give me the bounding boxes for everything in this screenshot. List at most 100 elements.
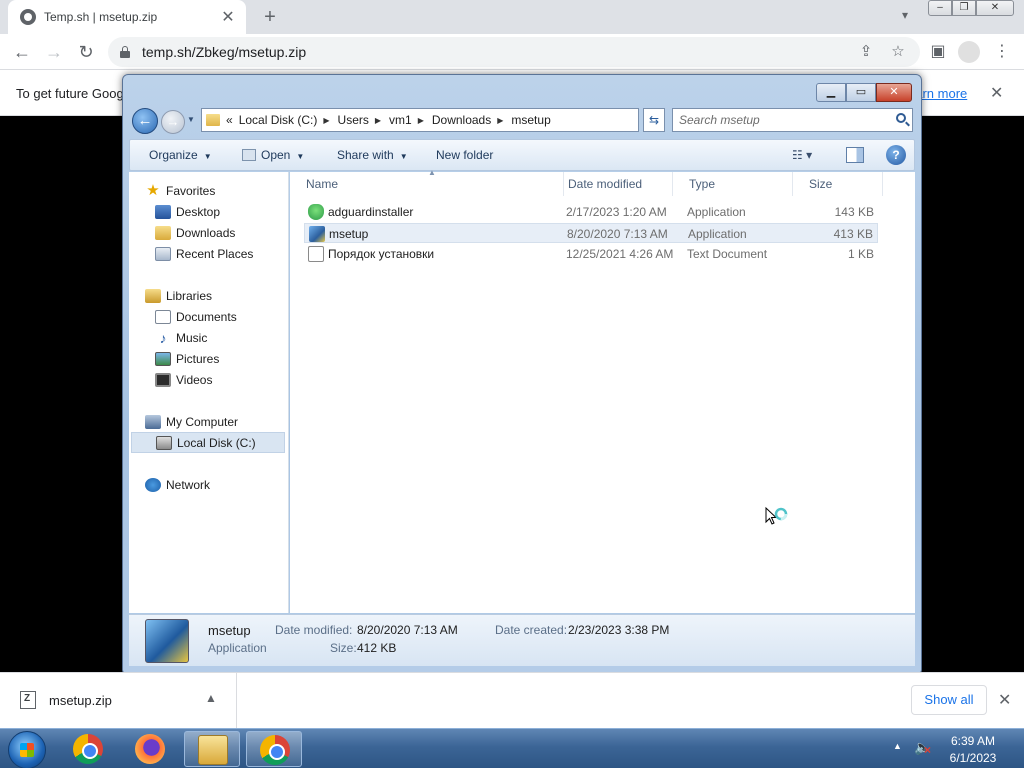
profile-icon[interactable]	[958, 41, 980, 63]
speaker-muted-icon[interactable]: 🔈	[914, 739, 932, 757]
details-date-modified-label: Date modified:	[275, 623, 353, 637]
breadcrumb-vm1[interactable]: vm1	[389, 113, 412, 127]
tab-search-chevron-icon[interactable]: ▾	[896, 8, 914, 26]
nav-libraries[interactable]: Libraries	[145, 285, 212, 306]
download-shelf: msetup.zip ▲ Show all ✕	[0, 672, 1024, 729]
file-row-adguardinstaller[interactable]: adguardinstaller 2/17/2023 1:20 AM Appli…	[304, 202, 878, 222]
chrome-icon	[260, 735, 290, 765]
lock-icon[interactable]	[120, 46, 130, 58]
url-text: temp.sh/Zbkeg/msetup.zip	[142, 44, 307, 60]
share-icon[interactable]: ⇪	[854, 37, 878, 67]
breadcrumb-downloads[interactable]: Downloads	[432, 113, 491, 127]
explorer-search-input[interactable]	[679, 112, 879, 128]
column-header-name[interactable]: Name	[290, 172, 564, 196]
explorer-forward-button[interactable]: →	[161, 110, 185, 134]
taskbar-chrome[interactable]	[60, 731, 116, 767]
nav-documents[interactable]: Documents	[155, 306, 237, 327]
taskbar-explorer[interactable]	[184, 731, 240, 767]
change-view-icon[interactable]: ☷ ▾	[792, 148, 828, 164]
chevron-up-icon[interactable]: ▲	[205, 691, 217, 705]
breadcrumb-overflow[interactable]: «	[226, 113, 233, 127]
reload-icon[interactable]: ↻	[74, 40, 98, 64]
forward-icon[interactable]: →	[42, 40, 66, 64]
taskbar-firefox[interactable]	[122, 731, 178, 767]
info-bar-close-button[interactable]: ✕	[990, 83, 1003, 103]
text-document-icon	[308, 246, 324, 262]
command-bar: Organize ▼ Open ▼ Share with ▼ New folder ☷…	[129, 139, 915, 171]
breadcrumb-separator-icon[interactable]: ▶	[418, 116, 424, 125]
details-date-created-label: Date created:	[495, 623, 568, 637]
nav-my-computer[interactable]: My Computer	[145, 411, 238, 432]
chevron-down-icon: ▼	[399, 152, 408, 161]
clock-time[interactable]: 6:39 AM	[940, 734, 1006, 748]
explorer-back-button[interactable]: ←	[132, 108, 158, 134]
show-hidden-icons-icon[interactable]: ▲	[893, 741, 902, 751]
search-icon[interactable]	[896, 113, 906, 123]
explorer-close-button[interactable]: ✕	[876, 83, 912, 102]
start-button[interactable]	[8, 731, 46, 768]
browser-close-button[interactable]: ✕	[976, 0, 1014, 16]
menu-icon[interactable]: ⋮	[990, 40, 1014, 64]
downloads-folder-icon	[155, 225, 171, 240]
nav-label: Pictures	[176, 351, 220, 366]
refresh-icon[interactable]: ⇆	[643, 108, 665, 132]
explorer-maximize-button[interactable]: ▭	[846, 83, 876, 102]
back-icon[interactable]: ←	[10, 40, 34, 64]
file-type: Text Document	[687, 247, 768, 261]
nav-music[interactable]: ♪ Music	[155, 327, 208, 348]
nav-favorites[interactable]: ★ Favorites	[145, 180, 215, 201]
nav-network[interactable]: Network	[145, 474, 210, 495]
taskbar-chrome-active[interactable]	[246, 731, 302, 767]
show-all-button[interactable]: Show all	[911, 685, 987, 715]
file-row-msetup[interactable]: msetup 8/20/2020 7:13 AM Application 413…	[304, 223, 878, 243]
nav-pictures[interactable]: Pictures	[155, 348, 219, 369]
preview-pane-icon[interactable]	[846, 147, 864, 163]
file-list: Name ▲ Date modified Type Size adguardin…	[290, 168, 915, 613]
new-tab-button[interactable]: +	[260, 5, 280, 29]
star-icon[interactable]: ☆	[886, 37, 910, 67]
side-panel-icon[interactable]: ▣	[926, 40, 950, 64]
nav-videos[interactable]: Videos	[155, 369, 212, 390]
browser-tab[interactable]: Temp.sh | msetup.zip ✕	[8, 0, 246, 34]
download-item[interactable]: msetup.zip ▲	[0, 673, 237, 729]
explorer-minimize-button[interactable]: ▁	[816, 83, 846, 102]
column-header-size[interactable]: Size	[793, 172, 883, 196]
explorer-search-box[interactable]	[672, 108, 913, 132]
new-folder-button[interactable]: New folder	[436, 148, 493, 162]
clock-date[interactable]: 6/1/2023	[940, 751, 1006, 765]
breadcrumb-local-disk[interactable]: Local Disk (C:)	[239, 113, 318, 127]
browser-restore-button[interactable]: ❐	[952, 0, 976, 16]
details-date-modified: 8/20/2020 7:13 AM	[357, 623, 458, 637]
file-row-poryadok-ustanovki[interactable]: Порядок установки 12/25/2021 4:26 AM Tex…	[304, 244, 878, 264]
column-header-type[interactable]: Type	[673, 172, 793, 196]
breadcrumb-users[interactable]: Users	[338, 113, 369, 127]
nav-desktop[interactable]: Desktop	[155, 201, 220, 222]
breadcrumb-separator-icon[interactable]: ▶	[497, 116, 503, 125]
breadcrumb-msetup[interactable]: msetup	[511, 113, 550, 127]
explorer-window: ▁ ▭ ✕ ← → ▼ « Local Disk (C:) ▶ Users ▶ …	[122, 74, 922, 674]
breadcrumb-separator-icon[interactable]: ▶	[375, 116, 381, 125]
sort-ascending-icon: ▲	[428, 168, 436, 177]
share-with-button[interactable]: Share with ▼	[337, 148, 408, 162]
download-file-name: msetup.zip	[49, 693, 112, 708]
open-app-icon	[242, 149, 256, 161]
file-type: Application	[687, 205, 746, 219]
file-size: 1 KB	[847, 247, 874, 261]
column-header-date-modified[interactable]: Date modified	[552, 172, 673, 196]
tab-title: Temp.sh | msetup.zip	[44, 10, 158, 24]
breadcrumb-separator-icon[interactable]: ▶	[323, 116, 329, 125]
open-button[interactable]: Open ▼	[242, 148, 304, 162]
organize-button[interactable]: Organize ▼	[149, 148, 212, 162]
nav-downloads[interactable]: Downloads	[155, 222, 235, 243]
help-icon[interactable]: ?	[886, 145, 906, 165]
browser-minimize-button[interactable]: –	[928, 0, 952, 16]
nav-local-disk[interactable]: Local Disk (C:)	[131, 432, 285, 453]
address-bar[interactable]: temp.sh/Zbkeg/msetup.zip ⇪ ☆	[108, 37, 920, 67]
explorer-address-bar[interactable]: « Local Disk (C:) ▶ Users ▶ vm1 ▶ Downlo…	[201, 108, 708, 132]
tab-close-button[interactable]: ✕	[220, 7, 236, 27]
recent-pages-chevron-icon[interactable]: ▼	[187, 115, 195, 124]
nav-recent-places[interactable]: Recent Places	[155, 243, 253, 264]
documents-icon	[155, 309, 171, 324]
download-shelf-close-button[interactable]: ✕	[998, 690, 1011, 710]
details-size: 412 KB	[357, 641, 397, 655]
